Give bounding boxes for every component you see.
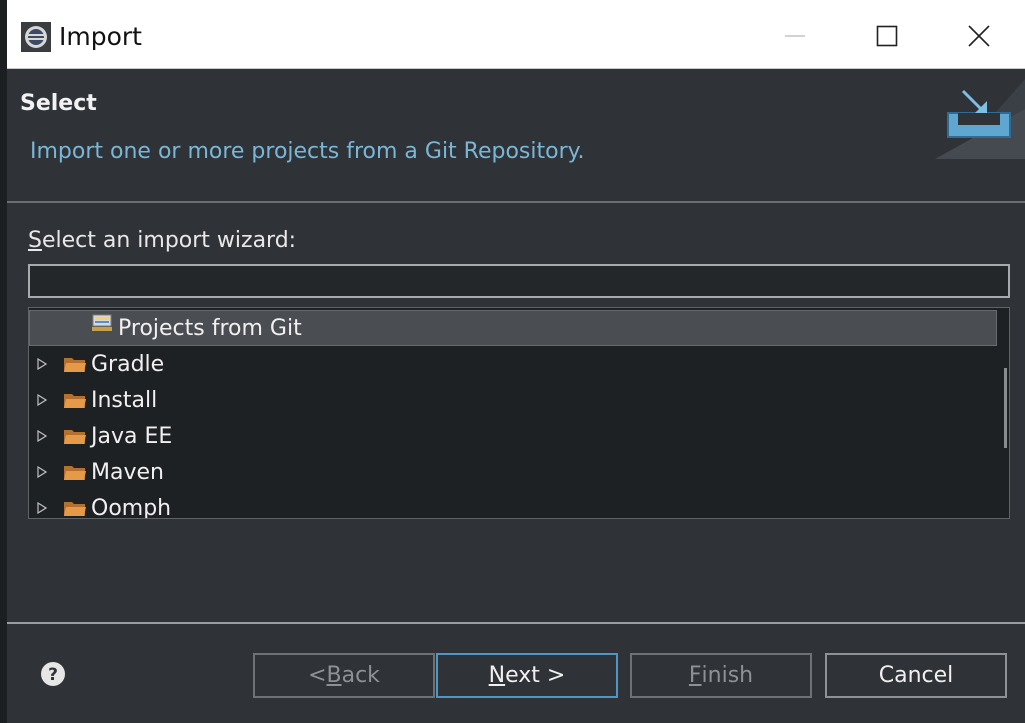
eclipse-icon — [21, 22, 51, 52]
expand-arrow-icon[interactable] — [37, 430, 47, 442]
expand-arrow-icon[interactable] — [37, 466, 47, 478]
git-repo-icon — [92, 314, 112, 331]
finish-button-mnemonic: F — [688, 663, 702, 688]
expand-arrow-icon[interactable] — [37, 502, 47, 514]
tree-item-label: Java EE — [91, 423, 173, 449]
wizard-label-mnemonic: S — [28, 228, 42, 253]
banner-separator — [7, 201, 1025, 203]
folder-icon — [64, 466, 86, 480]
tree-item-label: Maven — [91, 459, 164, 485]
tree-item-java-ee[interactable]: Java EE — [29, 418, 997, 454]
help-icon[interactable]: ? — [40, 661, 66, 687]
maximize-icon — [876, 25, 898, 47]
import-dialog: Import Select Import one or more project… — [0, 0, 1025, 723]
back-button-mnemonic: B — [326, 663, 342, 688]
back-button-label: ack — [341, 663, 380, 688]
expand-arrow-icon[interactable] — [37, 358, 47, 370]
expand-arrow-icon[interactable] — [37, 394, 47, 406]
next-button-label: ext > — [505, 663, 566, 688]
tree-item-label: Oomph — [91, 495, 172, 519]
minimize-button[interactable] — [749, 10, 841, 62]
footer-separator — [7, 622, 1025, 624]
tree-scrollbar[interactable] — [1004, 368, 1007, 448]
window-title: Import — [59, 22, 142, 51]
wizard-banner: Select Import one or more projects from … — [7, 69, 1025, 201]
folder-icon — [64, 394, 86, 408]
close-button[interactable] — [933, 10, 1025, 62]
tree-item-projects-from-git[interactable]: Projects from Git — [29, 310, 997, 346]
next-button-mnemonic: N — [488, 663, 506, 688]
wizard-label-text: elect an import wizard: — [41, 228, 297, 253]
svg-text:?: ? — [48, 665, 58, 685]
wizard-tree[interactable]: Projects from Git Gradle Install Java EE… — [28, 307, 1010, 519]
tree-item-oomph[interactable]: Oomph — [29, 490, 997, 519]
tree-item-maven[interactable]: Maven — [29, 454, 997, 490]
tree-item-label: Gradle — [91, 351, 165, 377]
maximize-button[interactable] — [841, 10, 933, 62]
folder-icon — [64, 358, 86, 372]
title-bar[interactable]: Import — [7, 0, 1025, 69]
tree-item-install[interactable]: Install — [29, 382, 997, 418]
back-button-prefix: < — [308, 663, 327, 688]
page-description: Import one or more projects from a Git R… — [30, 139, 585, 164]
folder-icon — [64, 502, 86, 516]
folder-icon — [64, 430, 86, 444]
tree-item-gradle[interactable]: Gradle — [29, 346, 997, 382]
minimize-icon — [785, 35, 805, 37]
finish-button[interactable]: Finish — [630, 653, 812, 698]
next-button[interactable]: Next > — [436, 653, 618, 698]
import-wizard-icon — [935, 79, 1025, 159]
wizard-filter-input[interactable] — [28, 264, 1010, 298]
tree-item-label: Install — [91, 387, 158, 413]
tree-item-label: Projects from Git — [118, 315, 302, 341]
page-title: Select — [20, 91, 97, 116]
wizard-label: Select an import wizard: — [28, 228, 296, 253]
back-button[interactable]: < Back — [253, 653, 435, 698]
finish-button-label: inish — [701, 663, 754, 688]
close-icon — [968, 25, 990, 47]
cancel-button[interactable]: Cancel — [825, 653, 1007, 698]
